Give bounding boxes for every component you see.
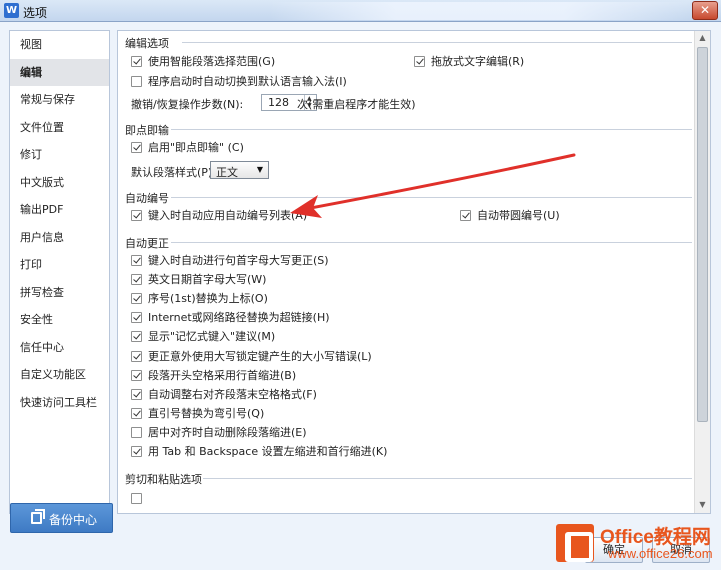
- auto-correct-label: 直引号替换为弯引号(Q): [148, 406, 265, 420]
- paste-option-checkbox[interactable]: [131, 493, 142, 504]
- dialog-body: 视图 编辑 常规与保存 文件位置 修订 中文版式 输出PDF 用户信息 打印 拼…: [0, 22, 721, 570]
- wps-writer-icon: W: [4, 3, 19, 18]
- backup-center-label: 备份中心: [49, 513, 98, 527]
- watermark-url: www.office26.com: [608, 546, 713, 561]
- sidebar-item-general-save[interactable]: 常规与保存: [10, 86, 109, 114]
- auto-correct-label: 英文日期首字母大写(W): [148, 273, 267, 287]
- auto-correct-label: 键入时自动进行句首字母大写更正(S): [148, 254, 329, 267]
- category-sidebar: 视图 编辑 常规与保存 文件位置 修订 中文版式 输出PDF 用户信息 打印 拼…: [9, 30, 110, 514]
- section-title-paste: 剪切和粘贴选项: [125, 473, 202, 486]
- circle-number-label: 自动带圆编号(U): [477, 209, 560, 222]
- section-title-edit: 编辑选项: [125, 37, 169, 50]
- auto-correct-label: Internet或网络路径替换为超链接(H): [148, 311, 330, 325]
- default-style-select[interactable]: 正文 ▼: [210, 161, 269, 179]
- auto-correct-label: 序号(1st)替换为上标(O): [148, 292, 268, 306]
- auto-correct-label: 显示"记忆式键入"建议(M): [148, 330, 276, 344]
- vertical-scrollbar[interactable]: ▲ ▼: [694, 31, 710, 513]
- auto-correct-label: 居中对齐时自动删除段落缩进(E): [148, 425, 307, 439]
- sidebar-item-file-locations[interactable]: 文件位置: [10, 114, 109, 142]
- section-divider: [171, 242, 692, 243]
- sidebar-item-quick-access[interactable]: 快速访问工具栏: [10, 389, 109, 417]
- smart-select-label: 使用智能段落选择范围(G): [148, 55, 276, 68]
- sidebar-item-chinese-layout[interactable]: 中文版式: [10, 169, 109, 197]
- title-bar: W 选项 ✕: [0, 0, 721, 22]
- scroll-down-icon[interactable]: ▼: [697, 500, 708, 511]
- sidebar-item-trust-center[interactable]: 信任中心: [10, 334, 109, 362]
- drag-text-checkbox[interactable]: [414, 56, 425, 67]
- auto-ime-label: 程序启动时自动切换到默认语言输入法(I): [148, 75, 347, 88]
- default-style-label: 默认段落样式(P):: [131, 166, 216, 179]
- auto-correct-checkbox[interactable]: [131, 293, 142, 305]
- title-bar-blur: [270, 2, 690, 20]
- scroll-up-icon[interactable]: ▲: [697, 33, 708, 44]
- dropdown-arrow-icon: ▼: [256, 165, 263, 174]
- window-title: 选项: [23, 6, 48, 20]
- auto-correct-checkbox[interactable]: [131, 274, 142, 286]
- sidebar-item-edit[interactable]: 编辑: [10, 58, 109, 86]
- auto-correct-label: 段落开头空格采用行首缩进(B): [148, 368, 297, 382]
- auto-number-list-checkbox[interactable]: [131, 210, 142, 221]
- office-watermark: Office教程网 www.office26.com: [552, 520, 721, 570]
- click-type-label: 启用"即点即输" (C): [148, 141, 244, 154]
- sidebar-item-custom-ribbon[interactable]: 自定义功能区: [10, 361, 109, 389]
- undo-steps-note: 次(需重启程序才能生效): [297, 98, 416, 111]
- section-title-auto-correct: 自动更正: [125, 237, 169, 250]
- auto-correct-checkbox[interactable]: [131, 331, 142, 343]
- sidebar-item-view[interactable]: 视图: [10, 31, 109, 59]
- auto-correct-checkbox[interactable]: [131, 426, 142, 438]
- auto-correct-checkbox[interactable]: [131, 350, 142, 362]
- sidebar-item-export-pdf[interactable]: 输出PDF: [10, 196, 109, 224]
- options-content-panel: 编辑选项 使用智能段落选择范围(G) 拖放式文字编辑(R) 程序启动时自动切换到…: [117, 30, 711, 514]
- auto-correct-label: 用 Tab 和 Backspace 设置左缩进和首行缩进(K): [148, 445, 388, 458]
- sidebar-item-security[interactable]: 安全性: [10, 306, 109, 334]
- auto-correct-checkbox[interactable]: [131, 388, 142, 400]
- section-divider: [182, 42, 692, 43]
- watermark-title: Office教程网: [600, 527, 711, 548]
- auto-correct-checkbox[interactable]: [131, 255, 142, 266]
- backup-center-button[interactable]: 备份中心: [10, 503, 113, 533]
- sidebar-item-user-info[interactable]: 用户信息: [10, 224, 109, 252]
- auto-correct-label: 自动调整右对齐段落末空格格式(F): [148, 387, 317, 401]
- close-button[interactable]: ✕: [692, 1, 718, 20]
- auto-correct-checkbox[interactable]: [131, 446, 142, 457]
- section-title-click-type: 即点即输: [125, 124, 169, 137]
- office-logo-icon: [556, 524, 594, 562]
- scroll-thumb[interactable]: [697, 47, 708, 422]
- auto-number-list-label: 键入时自动应用自动编号列表(A): [148, 209, 308, 222]
- auto-ime-checkbox[interactable]: [131, 76, 142, 87]
- section-divider: [171, 197, 692, 198]
- undo-steps-label: 撤销/恢复操作步数(N):: [131, 98, 244, 111]
- sidebar-item-print[interactable]: 打印: [10, 251, 109, 279]
- sidebar-item-spell-check[interactable]: 拼写检查: [10, 279, 109, 307]
- smart-select-checkbox[interactable]: [131, 56, 142, 67]
- auto-correct-checkbox[interactable]: [131, 312, 142, 324]
- undo-steps-value: 128: [268, 96, 289, 109]
- auto-correct-checkbox[interactable]: [131, 407, 142, 419]
- default-style-value: 正文: [216, 166, 238, 179]
- click-type-checkbox[interactable]: [131, 142, 142, 153]
- circle-number-checkbox[interactable]: [460, 210, 471, 221]
- section-title-auto-number: 自动编号: [125, 192, 169, 205]
- backup-icon: [31, 509, 45, 524]
- section-divider: [203, 478, 692, 479]
- auto-correct-label: 更正意外使用大写锁定键产生的大小写错误(L): [148, 349, 372, 363]
- sidebar-item-revision[interactable]: 修订: [10, 141, 109, 169]
- auto-correct-checkbox[interactable]: [131, 369, 142, 381]
- drag-text-label: 拖放式文字编辑(R): [431, 55, 525, 68]
- section-divider: [171, 129, 692, 130]
